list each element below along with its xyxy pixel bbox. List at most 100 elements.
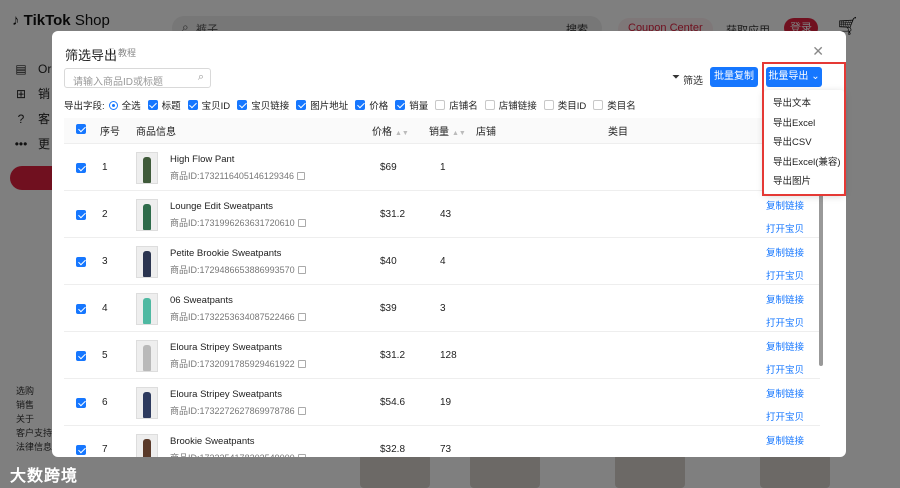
copy-link-button[interactable]: 复制链接 [766, 433, 804, 447]
field-checkbox[interactable]: 价格 [355, 98, 388, 112]
open-item-button[interactable]: 打开宝贝 [766, 221, 804, 235]
checkbox-icon [395, 100, 406, 110]
row-checkbox[interactable] [76, 379, 86, 426]
copy-link-button[interactable]: 复制链接 [766, 339, 804, 353]
filter-button[interactable]: ⏷ 筛选 [672, 72, 703, 87]
copy-link-button[interactable]: 复制链接 [766, 386, 804, 400]
column-header-sales[interactable]: 销量 ▲▼ [429, 123, 466, 138]
copy-icon[interactable] [297, 312, 306, 321]
product-figure [143, 344, 151, 371]
product-image[interactable] [136, 386, 158, 419]
product-id-prefix: 商品ID: [170, 217, 200, 228]
copy-link-button[interactable]: 复制链接 [766, 198, 804, 212]
copy-icon[interactable] [297, 406, 306, 415]
product-search-input[interactable]: 请输入商品ID或标题 ⌕ [64, 68, 211, 88]
open-item-button[interactable]: 打开宝贝 [766, 362, 804, 376]
checkbox-icon [76, 303, 86, 314]
copy-link-button[interactable]: 复制链接 [766, 292, 804, 306]
field-checkbox[interactable]: 销量 [395, 98, 428, 112]
product-image[interactable] [136, 339, 158, 372]
product-name: Brookie Sweatpants [170, 435, 255, 447]
product-figure [143, 156, 151, 183]
row-checkbox[interactable] [76, 191, 86, 238]
row-checkbox[interactable] [76, 238, 86, 285]
checkbox-icon [76, 350, 86, 361]
tutorial-link[interactable]: ⓘ 教程 [107, 46, 136, 59]
table-row[interactable]: 4 06 Sweatpants 商品ID: 1732253634087522466 $3… [64, 285, 820, 332]
column-header-no: 序号 [100, 127, 120, 138]
table-row[interactable]: 5 Eloura Stripey Sweatpants 商品ID: 173209178… [64, 332, 820, 379]
table-row[interactable]: 6 Eloura Stripey Sweatpants 商品ID: 173227262… [64, 379, 820, 426]
copy-link-button[interactable]: 复制链接 [766, 245, 804, 259]
table-row[interactable]: 1 High Flow Pant 商品ID: 1732116405146129346 $… [64, 144, 820, 191]
open-item-button[interactable]: 打开宝贝 [766, 456, 804, 457]
checkbox-icon [76, 209, 86, 220]
product-image[interactable] [136, 151, 158, 184]
field-checkbox[interactable]: 店铺名 [435, 98, 478, 112]
copy-icon[interactable] [297, 265, 306, 274]
product-image[interactable] [136, 433, 158, 457]
checkbox-icon [484, 100, 495, 110]
row-checkbox[interactable] [76, 144, 86, 191]
export-fields: 导出字段: 全选 标题 宝贝ID 宝贝链接 图片地址 价格 销量 店铺名 店铺链… [64, 98, 643, 112]
product-price: $32.8 [380, 444, 406, 455]
copy-icon[interactable] [297, 218, 306, 227]
product-info: Eloura Stripey Sweatpants 商品ID: 1732091785… [136, 332, 306, 379]
open-item-button[interactable]: 打开宝贝 [766, 409, 804, 423]
field-checkbox[interactable]: 图片地址 [296, 98, 348, 112]
table-header: 序号 商品信息 价格 ▲▼ 销量 ▲▼ 店铺 类目 [64, 118, 820, 144]
close-icon[interactable]: ✕ [812, 43, 824, 60]
product-name: Lounge Edit Sweatpants [170, 200, 273, 212]
field-checkbox[interactable]: 宝贝链接 [237, 98, 289, 112]
product-figure [143, 391, 151, 418]
product-id-value: 1731996263631720610 [199, 217, 295, 228]
product-sales: 43 [440, 209, 452, 220]
select-all-checkbox[interactable] [76, 124, 86, 137]
field-checkbox[interactable]: 标题 [147, 98, 181, 112]
product-figure [143, 203, 151, 230]
product-info: Brookie Sweatpants 商品ID:17322541782035490… [136, 426, 306, 457]
column-header-category: 类目 [608, 127, 628, 138]
table-scrollbar[interactable] [819, 191, 823, 366]
product-image[interactable] [136, 198, 158, 231]
product-text: Petite Brookie Sweatpants 商品ID: 1729486653… [170, 247, 306, 277]
field-checkbox[interactable]: 宝贝ID [187, 98, 231, 112]
table-row[interactable]: 2 Lounge Edit Sweatpants 商品ID: 173199626363… [64, 191, 820, 238]
open-item-button[interactable]: 打开宝贝 [766, 268, 804, 282]
checkbox-icon [435, 100, 446, 110]
batch-copy-button[interactable]: 批量复制 [710, 67, 758, 87]
row-checkbox[interactable] [76, 426, 86, 457]
product-id: 商品ID: 1732272627869978786 [170, 404, 306, 418]
open-item-button[interactable]: 打开宝贝 [766, 315, 804, 329]
row-actions: 复制链接打开宝贝 [766, 292, 804, 329]
product-text: Brookie Sweatpants 商品ID:17322541782035490… [170, 435, 306, 457]
row-checkbox[interactable] [76, 285, 86, 332]
product-image[interactable] [136, 292, 158, 325]
help-circle-icon: ⓘ [107, 48, 117, 58]
field-label: 宝贝ID [201, 101, 231, 112]
select-all-label: 全选 [121, 101, 141, 112]
select-all-radio[interactable]: 全选 [108, 98, 141, 112]
table-row[interactable]: 3 Petite Brookie Sweatpants 商品ID: 172948665… [64, 238, 820, 285]
field-checkbox[interactable]: 类目ID [543, 98, 586, 112]
column-header-price[interactable]: 价格 ▲▼ [372, 123, 409, 138]
field-checkbox[interactable]: 店铺链接 [484, 98, 537, 112]
copy-icon[interactable] [297, 359, 306, 368]
radio-icon [108, 100, 118, 110]
table-row[interactable]: 7 Brookie Sweatpants 商品ID:1732254178203549… [64, 426, 820, 457]
product-price: $69 [380, 162, 397, 173]
checkbox-icon [593, 100, 604, 110]
product-sales: 3 [440, 303, 446, 314]
column-header-sales-label: 销量 [429, 127, 449, 138]
product-image[interactable] [136, 245, 158, 278]
sort-icon: ▲▼ [395, 130, 409, 137]
copy-icon[interactable] [296, 171, 305, 180]
product-id: 商品ID: 1732253634087522466 [170, 310, 306, 324]
row-checkbox[interactable] [76, 332, 86, 379]
checkbox-icon [543, 100, 554, 110]
field-checkbox[interactable]: 类目名 [593, 98, 636, 112]
product-sales: 128 [440, 350, 457, 361]
copy-icon[interactable] [297, 453, 306, 457]
product-name: Eloura Stripey Sweatpants [170, 388, 282, 400]
row-number: 1 [102, 162, 108, 173]
